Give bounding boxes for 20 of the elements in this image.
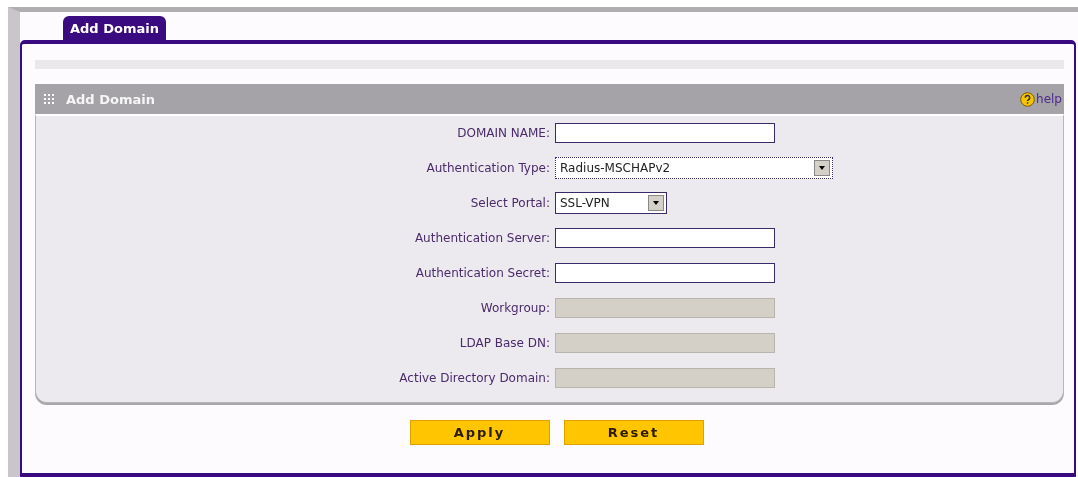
input-field[interactable] [555, 263, 775, 283]
help-icon [1020, 91, 1036, 107]
select-dropdown[interactable]: Radius-MSCHAPv2 [555, 157, 833, 179]
input-field[interactable] [555, 228, 775, 248]
field-label: Authentication Server: [413, 231, 551, 245]
field-label: Authentication Secret: [414, 266, 551, 280]
tab[interactable]: Add Domain [63, 16, 166, 40]
grip-icon [44, 94, 54, 104]
field-label: Workgroup: [479, 301, 551, 315]
help-link[interactable]: help [1020, 91, 1062, 107]
input-field[interactable] [555, 123, 775, 143]
field-label: Select Portal: [469, 196, 551, 210]
field-label: Authentication Type: [425, 161, 551, 175]
reset-button[interactable]: Reset [563, 420, 704, 445]
field-label: DOMAIN NAME: [456, 126, 551, 140]
section-title: Add Domain [66, 91, 155, 107]
field-label: LDAP Base DN: [458, 336, 551, 350]
apply-button[interactable]: Apply [409, 420, 550, 445]
field-label: Active Directory Domain: [398, 371, 551, 385]
select-dropdown[interactable]: SSL-VPN [555, 192, 667, 214]
